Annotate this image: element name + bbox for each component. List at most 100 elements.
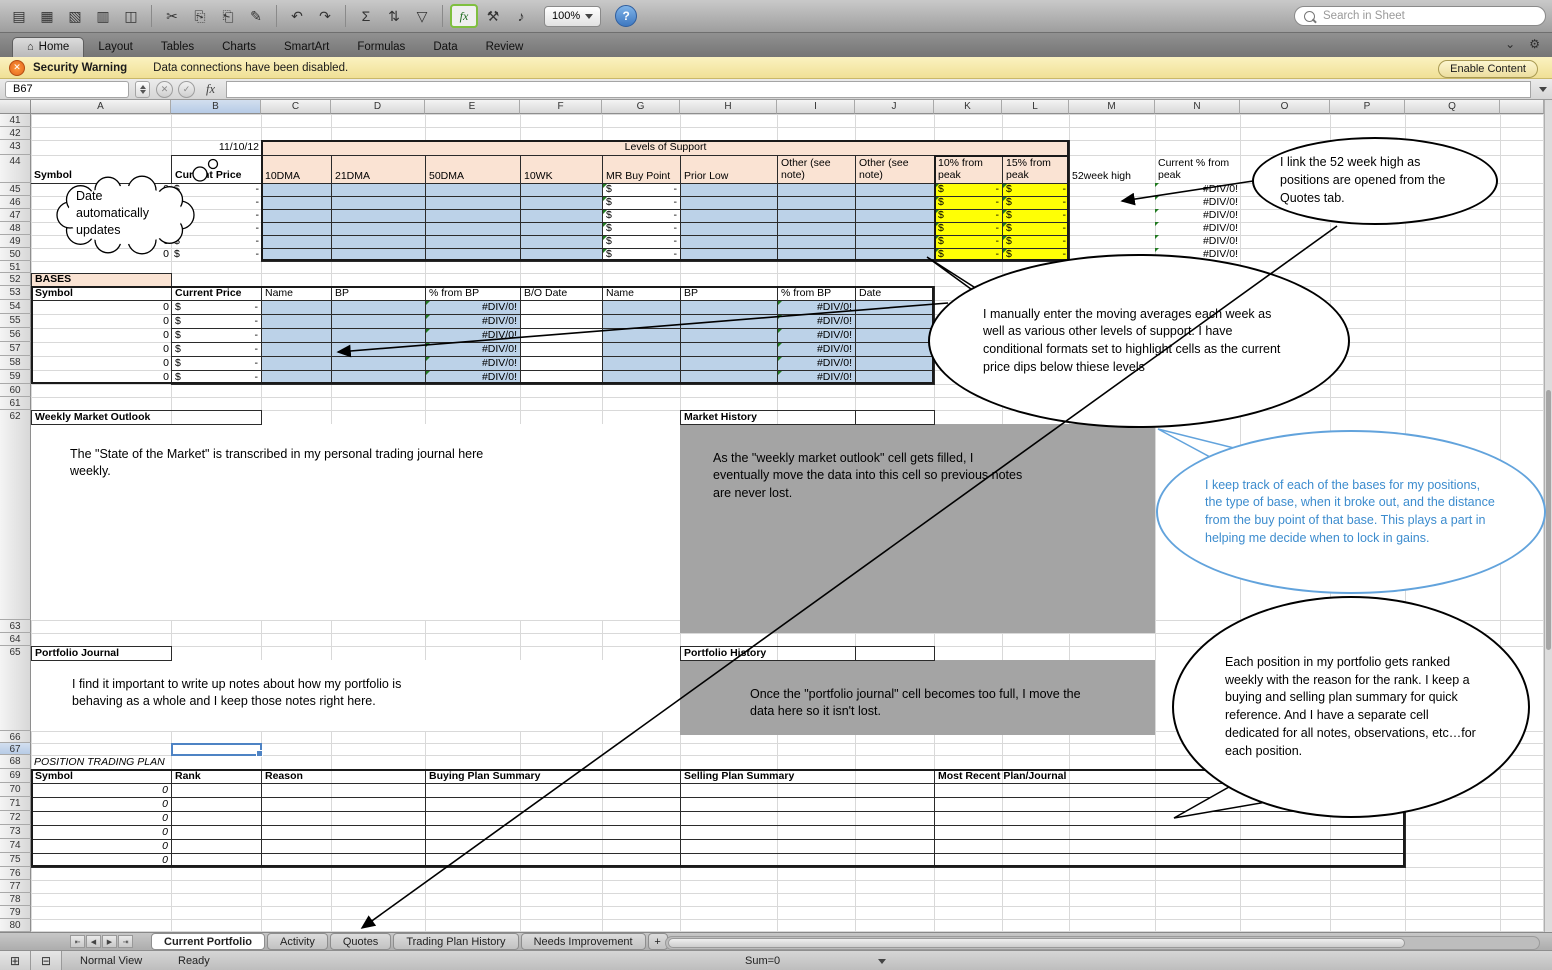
cell-H72[interactable]: [680, 811, 935, 826]
cell-H53[interactable]: BP: [680, 286, 778, 301]
ribbon-tab-formulas[interactable]: Formulas: [343, 38, 419, 57]
cell-C56[interactable]: [261, 328, 332, 343]
cell-D57[interactable]: [331, 342, 426, 357]
cell-K44[interactable]: 10% from peak: [934, 155, 1003, 184]
row-header-71[interactable]: 71: [0, 797, 31, 811]
col-header-N[interactable]: N: [1155, 100, 1240, 114]
cell-I45[interactable]: [777, 183, 856, 197]
col-header-C[interactable]: C: [261, 100, 331, 114]
col-header-O[interactable]: O: [1240, 100, 1330, 114]
cell-B57[interactable]: $ -: [171, 342, 262, 357]
cell-J59[interactable]: [855, 370, 935, 385]
cell-E59[interactable]: #DIV/0!: [425, 370, 521, 385]
cell-J48[interactable]: [855, 222, 935, 236]
col-header-K[interactable]: K: [934, 100, 1002, 114]
cell-G56[interactable]: [602, 328, 681, 343]
cell-B55[interactable]: $ -: [171, 314, 262, 329]
cell-B43[interactable]: 11/10/12: [171, 140, 262, 156]
cell-C55[interactable]: [261, 314, 332, 329]
row-header-48[interactable]: 48: [0, 222, 31, 235]
cell-C70[interactable]: [261, 783, 426, 798]
cell-F45[interactable]: [520, 183, 603, 197]
cell-A52[interactable]: BASES: [31, 273, 172, 287]
next-sheet-button[interactable]: ▶: [102, 935, 117, 948]
cell-H69[interactable]: Selling Plan Summary: [680, 769, 935, 784]
cell-D55[interactable]: [331, 314, 426, 329]
ribbon-tab-tables[interactable]: Tables: [147, 38, 208, 57]
cell-C53[interactable]: Name: [261, 286, 332, 301]
row-header-77[interactable]: 77: [0, 880, 31, 893]
market-history-cell[interactable]: As the "weekly market outlook" cell gets…: [680, 424, 1155, 633]
row-header-58[interactable]: 58: [0, 356, 31, 370]
cell-H49[interactable]: [680, 235, 778, 249]
cell-F53[interactable]: B/O Date: [520, 286, 603, 301]
cell-N49[interactable]: #DIV/0!: [1155, 235, 1241, 249]
select-all-corner[interactable]: [0, 100, 31, 114]
help-button[interactable]: ?: [615, 5, 638, 27]
cell-M44[interactable]: 52week high: [1069, 155, 1156, 184]
cell-C69[interactable]: Reason: [261, 769, 426, 784]
format-painter-icon[interactable]: ✎: [243, 4, 269, 28]
cell-E44[interactable]: 50DMA: [425, 155, 521, 184]
cell-K74[interactable]: [934, 839, 1406, 854]
cell-C57[interactable]: [261, 342, 332, 357]
formula-input[interactable]: [226, 80, 1531, 98]
cell-K46[interactable]: $ -: [934, 196, 1003, 210]
cell-K47[interactable]: $ -: [934, 209, 1003, 223]
row-header-60[interactable]: 60: [0, 384, 31, 397]
sheet-tab-needs-improvement[interactable]: Needs Improvement: [520, 933, 646, 950]
cell-F55[interactable]: [520, 314, 603, 329]
cell-K49[interactable]: $ -: [934, 235, 1003, 249]
search-field[interactable]: [1294, 6, 1546, 26]
cell-G45[interactable]: $ -: [602, 183, 681, 197]
sum-dropdown-icon[interactable]: [878, 959, 886, 964]
cell-L47[interactable]: $ -: [1002, 209, 1070, 223]
cell-F49[interactable]: [520, 235, 603, 249]
cell-I50[interactable]: [777, 248, 856, 262]
cell-E46[interactable]: [425, 196, 521, 210]
cell-J50[interactable]: [855, 248, 935, 262]
cell-K75[interactable]: [934, 853, 1406, 868]
cell-A75[interactable]: 0: [31, 853, 172, 868]
cell-C75[interactable]: [261, 853, 426, 868]
cell-H58[interactable]: [680, 356, 778, 371]
cell-J57[interactable]: [855, 342, 935, 357]
cell-G48[interactable]: $ -: [602, 222, 681, 236]
cell-J65[interactable]: [855, 646, 935, 661]
enable-content-button[interactable]: Enable Content: [1438, 60, 1538, 78]
row-header-44[interactable]: 44: [0, 155, 31, 183]
row-header-63[interactable]: 63: [0, 620, 31, 633]
cell-E47[interactable]: [425, 209, 521, 223]
cell-B56[interactable]: $ -: [171, 328, 262, 343]
cell-H73[interactable]: [680, 825, 935, 840]
cell-G58[interactable]: [602, 356, 681, 371]
horizontal-scrollbar[interactable]: [665, 936, 1540, 950]
row-header-73[interactable]: 73: [0, 825, 31, 839]
cell-E72[interactable]: [425, 811, 681, 826]
cell-A62[interactable]: Weekly Market Outlook: [31, 410, 262, 425]
cell-F44[interactable]: 10WK: [520, 155, 603, 184]
ribbon-tab-smartart[interactable]: SmartArt: [270, 38, 343, 57]
cell-N47[interactable]: #DIV/0!: [1155, 209, 1241, 223]
cell-G57[interactable]: [602, 342, 681, 357]
cell-F47[interactable]: [520, 209, 603, 223]
col-header-H[interactable]: H: [680, 100, 777, 114]
row-header-65[interactable]: 65: [0, 646, 31, 731]
cell-D58[interactable]: [331, 356, 426, 371]
cell-H44[interactable]: Prior Low: [680, 155, 778, 184]
cell-J58[interactable]: [855, 356, 935, 371]
row-header-78[interactable]: 78: [0, 893, 31, 906]
cell-A58[interactable]: 0: [31, 356, 172, 371]
cell-H62[interactable]: Market History: [680, 410, 856, 425]
row-header-69[interactable]: 69: [0, 769, 31, 783]
sheet-tab-activity[interactable]: Activity: [267, 933, 328, 950]
row-header-54[interactable]: 54: [0, 300, 31, 314]
cell-J44[interactable]: Other (see note): [855, 155, 935, 184]
cell-B69[interactable]: Rank: [171, 769, 262, 784]
col-header-P[interactable]: P: [1330, 100, 1405, 114]
ribbon-settings-icon[interactable]: ⚙: [1529, 37, 1540, 51]
cell-L45[interactable]: $ -: [1002, 183, 1070, 197]
cell-A56[interactable]: 0: [31, 328, 172, 343]
col-header-M[interactable]: M: [1069, 100, 1155, 114]
page-layout-view-button[interactable]: ⊟: [31, 951, 62, 970]
